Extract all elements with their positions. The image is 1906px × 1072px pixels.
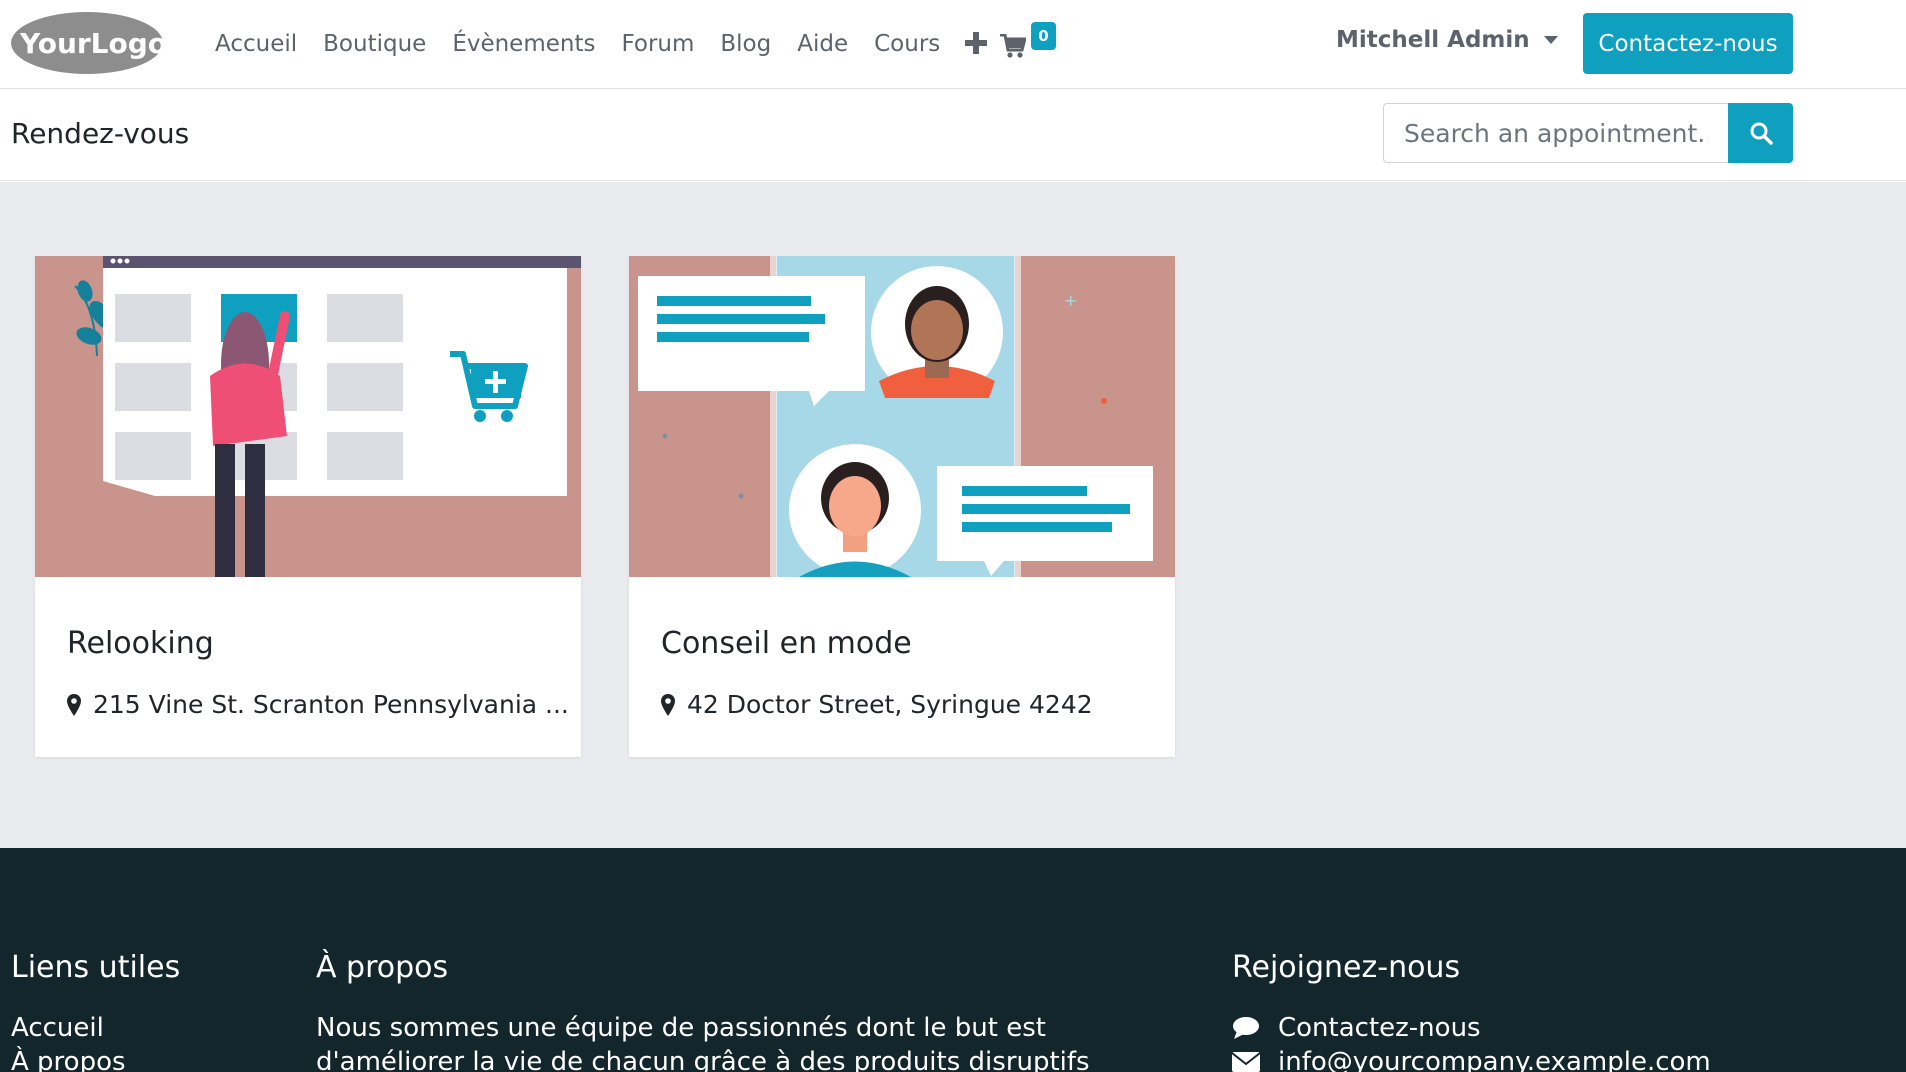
nav-evenements[interactable]: Évènements [452, 31, 595, 57]
footer-email-row[interactable]: info@yourcompany.example.com [1232, 1046, 1711, 1072]
card-location-text: 42 Doctor Street, Syringue 4242 [687, 690, 1093, 719]
footer-contact-link: Contactez-nous [1278, 1013, 1481, 1043]
footer-about-text-line2: d'améliorer la vie de chacun grâce à des… [316, 1047, 1090, 1072]
top-navbar: YourLogo Accueil Boutique Évènements For… [0, 0, 1906, 89]
contact-us-button[interactable]: Contactez-nous [1583, 13, 1793, 74]
logo-text: YourLogo [19, 27, 164, 60]
site-logo[interactable]: YourLogo [10, 10, 167, 76]
search-input[interactable] [1383, 103, 1728, 163]
svg-text:+: + [1064, 291, 1077, 310]
footer-about-text-line1: Nous sommes une équipe de passionnés don… [316, 1013, 1046, 1043]
map-marker-icon [661, 693, 675, 716]
search-icon [1750, 122, 1773, 145]
footer-link-a-propos[interactable]: À propos [11, 1046, 180, 1072]
site-footer: Liens utiles Accueil À propos À propos N… [0, 848, 1906, 1072]
relooking-illustration [35, 256, 581, 577]
footer-heading: À propos [316, 950, 449, 985]
cart-count-badge: 0 [1031, 22, 1056, 50]
footer-heading: Rejoignez-nous [1232, 950, 1461, 985]
nav-aide[interactable]: Aide [797, 31, 848, 57]
appointment-subheader: Rendez-vous [0, 89, 1906, 181]
cart-icon [1000, 34, 1026, 58]
cart-link[interactable]: 0 [1000, 22, 1064, 64]
card-title: Relooking [67, 626, 214, 661]
main-menu: Accueil Boutique Évènements Forum Blog A… [202, 24, 988, 64]
nav-cours[interactable]: Cours [874, 31, 940, 57]
footer-heading: Liens utiles [11, 950, 181, 985]
caret-down-icon [1543, 36, 1558, 44]
nav-accueil[interactable]: Accueil [215, 31, 297, 57]
appointments-list: Relooking 215 Vine St. Scranton Pennsylv… [0, 182, 1906, 848]
card-title: Conseil en mode [661, 626, 912, 661]
footer-email-link: info@yourcompany.example.com [1278, 1047, 1711, 1072]
card-location: 42 Doctor Street, Syringue 4242 [661, 690, 1093, 719]
nav-blog[interactable]: Blog [720, 31, 771, 57]
search-button[interactable] [1728, 103, 1793, 163]
envelope-icon [1232, 1052, 1260, 1072]
user-dropdown[interactable]: Mitchell Admin [1336, 27, 1558, 53]
comment-icon [1233, 1017, 1259, 1039]
conseil-illustration: + [629, 256, 1175, 577]
user-name: Mitchell Admin [1336, 27, 1530, 53]
card-location-text: 215 Vine St. Scranton Pennsylvania ... [93, 690, 569, 719]
plus-icon[interactable] [965, 28, 988, 61]
footer-link-accueil[interactable]: Accueil [11, 1012, 180, 1044]
appointment-card-relooking[interactable]: Relooking 215 Vine St. Scranton Pennsylv… [35, 256, 581, 757]
footer-about: À propos Nous sommes une équipe de passi… [316, 950, 1090, 1072]
nav-forum[interactable]: Forum [621, 31, 694, 57]
map-marker-icon [67, 693, 81, 716]
footer-useful-links: Liens utiles Accueil À propos [11, 950, 180, 1072]
footer-join-us: Rejoignez-nous Contactez-nous info@yourc… [1232, 950, 1711, 1072]
card-location: 215 Vine St. Scranton Pennsylvania ... [67, 690, 569, 719]
page-title: Rendez-vous [11, 117, 190, 150]
appointment-card-conseil-en-mode[interactable]: + Conseil en mode 42 Doctor Street, Syri… [629, 256, 1175, 757]
footer-contact-row[interactable]: Contactez-nous [1232, 1012, 1711, 1044]
nav-boutique[interactable]: Boutique [323, 31, 426, 57]
